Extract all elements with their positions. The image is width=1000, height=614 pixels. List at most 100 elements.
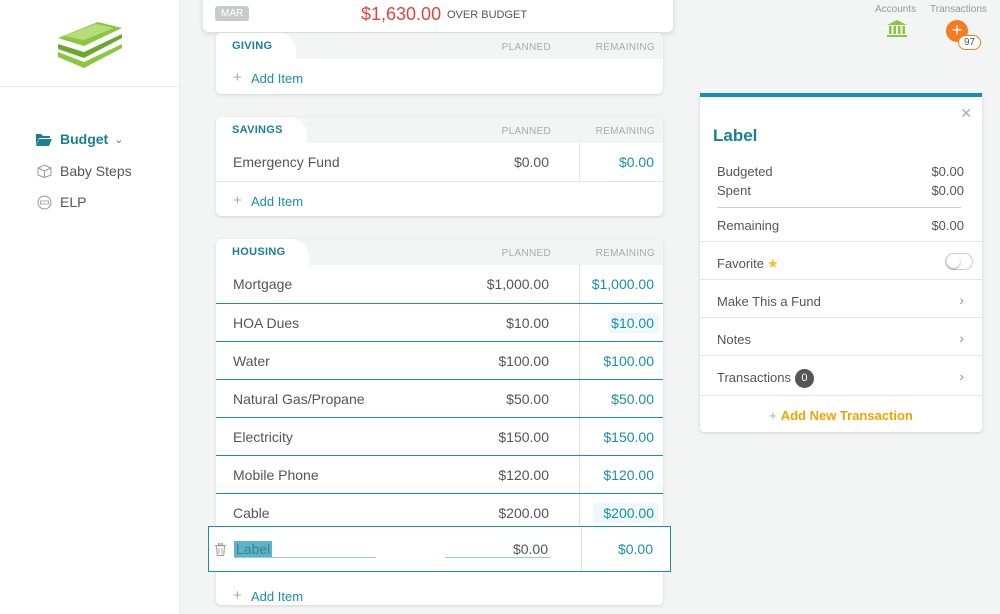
transactions-count: 0: [794, 369, 814, 388]
budget-main: MAR $1,630.00 OVER BUDGET GIVING PLANNED…: [180, 0, 700, 614]
sidebar-item-baby-steps[interactable]: Baby Steps: [36, 160, 132, 182]
budget-item-row[interactable]: Natural Gas/Propane $50.00 $50.00: [216, 379, 663, 418]
chevron-right-icon[interactable]: ›: [959, 292, 964, 308]
box-icon: [36, 164, 52, 178]
budget-item-row[interactable]: HOA Dues $10.00 $10.00: [216, 303, 663, 342]
item-planned[interactable]: $10.00: [506, 315, 549, 331]
item-name[interactable]: Mortgage: [233, 276, 292, 292]
budgeted-row: Budgeted $0.00: [717, 164, 964, 179]
transactions-label[interactable]: Transactions: [717, 370, 791, 385]
over-budget-label: OVER BUDGET: [447, 9, 528, 21]
transactions-label[interactable]: Transactions: [930, 4, 987, 15]
remaining-column-header[interactable]: REMAINING: [596, 248, 655, 259]
trash-icon[interactable]: [215, 542, 226, 561]
transactions-count-badge: 97: [958, 35, 982, 50]
favorite-row: Favorite ★: [717, 256, 964, 272]
sidebar: Budget ⌄ Baby Steps ELP: [0, 0, 180, 614]
budget-item-row[interactable]: Mortgage $1,000.00 $1,000.00: [216, 265, 663, 303]
plus-icon: +: [233, 587, 242, 604]
budget-group-giving: GIVING PLANNED REMAINING + Add Item: [216, 33, 663, 94]
budget-item-row[interactable]: Water $100.00 $100.00: [216, 341, 663, 380]
remaining-column-header[interactable]: REMAINING: [596, 42, 655, 53]
add-new-transaction-button[interactable]: + Add New Transaction: [700, 408, 982, 423]
column-divider: [581, 527, 582, 571]
add-item-label: Add Item: [251, 71, 304, 86]
group-title[interactable]: GIVING: [216, 33, 297, 59]
item-planned[interactable]: $200.00: [498, 505, 549, 521]
editing-item-row[interactable]: Label $0.00 $0.00: [208, 526, 671, 572]
chevron-down-icon[interactable]: ⌄: [114, 133, 123, 146]
add-item-button[interactable]: + Add Item: [216, 577, 663, 614]
item-remaining: $1,000.00: [591, 276, 654, 292]
group-title[interactable]: HOUSING: [216, 239, 310, 265]
sidebar-item-elp[interactable]: ELP: [36, 191, 86, 213]
favorite-toggle[interactable]: [945, 253, 973, 270]
notes-row[interactable]: Notes: [717, 332, 964, 347]
sidebar-item-budget[interactable]: Budget ⌄: [36, 128, 123, 150]
spent-value: $0.00: [931, 183, 964, 198]
group-title[interactable]: SAVINGS: [216, 117, 307, 143]
app-logo[interactable]: [54, 16, 126, 68]
item-planned[interactable]: $100.00: [498, 353, 549, 369]
item-planned[interactable]: $50.00: [506, 391, 549, 407]
amount-input-underline: [445, 557, 550, 558]
month-tag[interactable]: MAR: [215, 6, 250, 21]
add-item-label: Add Item: [251, 589, 304, 604]
column-divider: [579, 304, 580, 342]
planned-column-header: PLANNED: [501, 248, 551, 259]
elp-icon: [36, 195, 52, 209]
transactions-row[interactable]: Transactions 0: [717, 369, 964, 388]
plus-icon: +: [233, 192, 242, 209]
add-item-label: Add Item: [251, 194, 304, 209]
chevron-right-icon[interactable]: ›: [959, 330, 964, 346]
item-planned-input[interactable]: $0.00: [513, 541, 548, 557]
folder-open-icon: [36, 132, 52, 146]
budget-item-row[interactable]: Mobile Phone $120.00 $120.00: [216, 455, 663, 494]
item-name-input[interactable]: Label: [234, 541, 273, 557]
divider: [700, 241, 982, 242]
panel-title: Label: [713, 126, 758, 145]
spent-label: Spent: [717, 183, 751, 198]
item-detail-panel: ✕ Label Budgeted $0.00 Spent $0.00 Remai…: [700, 93, 982, 432]
star-icon: ★: [766, 256, 779, 271]
column-divider: [579, 143, 580, 181]
item-planned[interactable]: $0.00: [514, 154, 549, 170]
group-header: HOUSING PLANNED REMAINING: [216, 239, 663, 265]
planned-column-header: PLANNED: [501, 126, 551, 137]
divider: [700, 317, 982, 318]
accounts-label[interactable]: Accounts: [875, 4, 916, 15]
budgeted-label: Budgeted: [717, 164, 773, 179]
column-divider: [579, 380, 580, 418]
item-name[interactable]: Water: [233, 353, 270, 369]
item-name[interactable]: Emergency Fund: [233, 154, 340, 170]
item-planned[interactable]: $120.00: [498, 467, 549, 483]
item-remaining: $0.00: [617, 541, 653, 557]
item-planned[interactable]: $150.00: [498, 429, 549, 445]
item-name[interactable]: Cable: [233, 505, 270, 521]
divider: [700, 279, 982, 280]
remaining-column-header[interactable]: REMAINING: [596, 126, 655, 137]
chevron-right-icon[interactable]: ›: [959, 368, 964, 384]
column-divider: [579, 418, 580, 456]
group-header: SAVINGS PLANNED REMAINING: [216, 117, 663, 143]
item-name[interactable]: Natural Gas/Propane: [233, 391, 365, 407]
item-name[interactable]: Mobile Phone: [233, 467, 319, 483]
bank-icon[interactable]: [887, 20, 907, 42]
item-planned[interactable]: $1,000.00: [487, 276, 549, 292]
make-fund-label[interactable]: Make This a Fund: [717, 294, 821, 309]
add-item-button[interactable]: + Add Item: [216, 181, 663, 219]
budget-item-row[interactable]: Electricity $150.00 $150.00: [216, 417, 663, 456]
item-remaining: $150.00: [603, 429, 654, 445]
favorite-label: Favorite: [717, 256, 764, 271]
item-name[interactable]: Electricity: [233, 429, 293, 445]
make-fund-row[interactable]: Make This a Fund: [717, 294, 964, 309]
add-item-button[interactable]: + Add Item: [216, 59, 663, 94]
remaining-row: Remaining $0.00: [717, 218, 964, 233]
budget-item-row[interactable]: Emergency Fund $0.00 $0.00: [216, 143, 663, 181]
notes-label[interactable]: Notes: [717, 332, 751, 347]
close-icon[interactable]: ✕: [960, 105, 972, 122]
name-input-underline: [234, 557, 376, 558]
sidebar-item-label: ELP: [60, 194, 87, 210]
item-name[interactable]: HOA Dues: [233, 315, 299, 331]
spent-row: Spent $0.00: [717, 183, 964, 198]
